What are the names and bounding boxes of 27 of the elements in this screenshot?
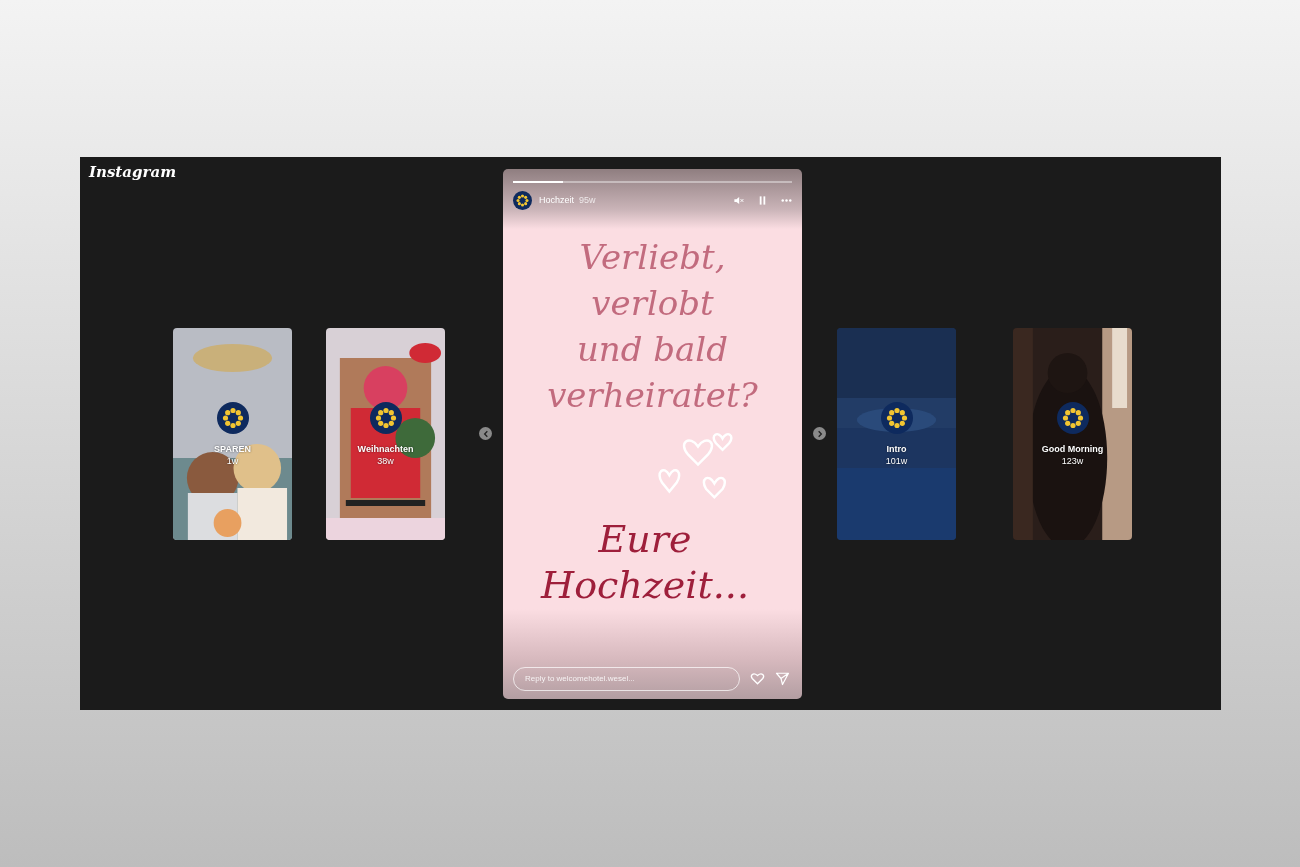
story-age: 101w [885,455,908,466]
chevron-left-icon [481,429,490,438]
reply-field[interactable]: Reply to welcomehotel.wesel... [513,666,740,691]
story-age: 38w [377,455,394,466]
chevron-right-icon [815,429,824,438]
story-age: 123w [1061,455,1084,466]
story-card[interactable]: SPAREN 1w [173,327,292,540]
story-card[interactable]: Intro 101w [837,327,956,540]
flower-logo-icon [216,401,249,434]
previous-button[interactable] [479,427,492,440]
story-age: 95w [579,195,596,205]
story-card[interactable]: Good Morning 123w [1013,327,1132,540]
heart-icon[interactable] [750,671,765,686]
instagram-logo[interactable]: Instagram [89,163,176,181]
story-title: Intro [886,443,907,454]
story-tagline: Eure Hochzeit... [539,515,750,608]
story-headline: Verliebt, verlobt und bald verheiratet? [546,235,759,417]
flower-logo-icon [369,401,402,434]
next-button[interactable] [813,427,826,440]
story-title: Good Morning [1041,443,1104,454]
flower-logo-icon [880,401,913,434]
flower-logo-icon[interactable] [513,190,532,210]
story-title: SPAREN [214,443,251,454]
send-icon[interactable] [775,671,790,686]
flower-logo-icon [1056,401,1089,434]
pause-icon[interactable] [757,194,768,206]
story-age: 1w [226,455,239,466]
